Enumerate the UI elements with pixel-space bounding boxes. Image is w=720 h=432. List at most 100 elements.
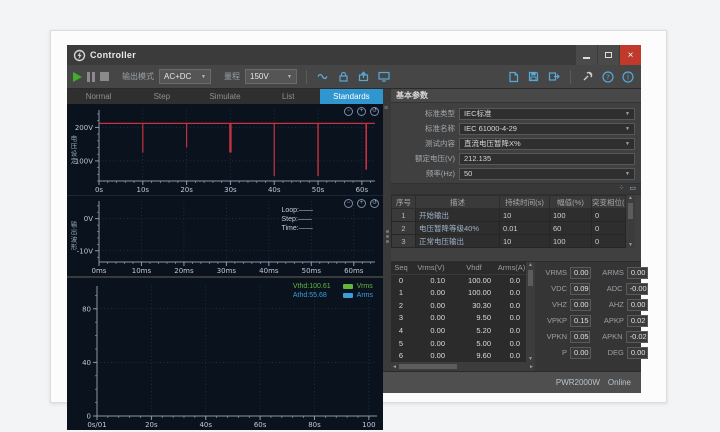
lock-icon[interactable] <box>336 70 351 83</box>
maximize-button[interactable] <box>597 45 619 65</box>
settings-icon[interactable] <box>580 70 595 83</box>
svg-text:40: 40 <box>82 359 91 367</box>
seq-table-row[interactable]: 20.0030.300.0 <box>391 299 526 312</box>
minimize-button[interactable] <box>575 45 597 65</box>
scroll-right-icon[interactable]: ► <box>529 364 534 370</box>
param-select[interactable]: IEC标准▼ <box>459 108 635 120</box>
param-row: 频率(Hz)50▼ <box>393 166 635 181</box>
zoom-in-icon[interactable]: + <box>357 199 366 208</box>
seq-table-cell: 0 <box>391 274 411 287</box>
main-content: NormalStepSimulateListStandards 电压设定 0s1… <box>67 89 641 371</box>
zoom-in-icon[interactable]: + <box>357 107 366 116</box>
seq-table-cell: 5.00 <box>451 337 497 350</box>
param-input[interactable]: 212.135 <box>459 153 635 165</box>
device-name: PWR2000W <box>556 378 600 387</box>
output-mode-select[interactable]: AC+DC▼ <box>159 69 211 84</box>
main-toolbar: 输出模式 AC+DC▼ 量程 150V▼ <box>67 65 641 89</box>
arms-legend-label: Arms <box>357 292 373 299</box>
param-label: 测试内容 <box>393 138 455 149</box>
voltage-setpoint-chart[interactable]: 电压设定 0s10s20s30s40s50s60s200V100V − + ↺ <box>67 104 383 196</box>
info-icon[interactable]: i <box>620 70 635 83</box>
reset-zoom-icon[interactable]: ↺ <box>370 199 379 208</box>
seq-table-cell: 4 <box>391 324 411 337</box>
param-select[interactable]: IEC 61000-4-29▼ <box>459 123 635 135</box>
steps-table-row[interactable]: 2电压暂降等级40%0.01600 <box>392 222 626 235</box>
scroll-up-icon[interactable]: ▲ <box>528 262 533 268</box>
scrollbar-thumb[interactable] <box>628 203 633 219</box>
seq-table-row[interactable]: 10.00100.000.0 <box>391 287 526 300</box>
output-waveform-chart[interactable]: 输出波形 0ms10ms20ms30ms40ms50ms60ms0V-10V L… <box>67 196 383 276</box>
param-value: 212.135 <box>464 154 491 163</box>
steps-table-scrollbar[interactable]: ▲ ▼ <box>626 195 635 248</box>
steps-table-row[interactable]: 3正常电压输出101000 <box>392 235 626 248</box>
param-row: 标准类型IEC标准▼ <box>393 106 635 121</box>
waveform-icon[interactable] <box>316 70 331 83</box>
pause-button[interactable] <box>87 72 95 82</box>
tab-list[interactable]: List <box>257 89 320 104</box>
svg-text:200V: 200V <box>75 124 93 132</box>
time-status: Time:—— <box>281 224 313 233</box>
seq-table-cell: 0.00 <box>411 299 451 312</box>
seq-table-row[interactable]: 60.009.600.0 <box>391 349 526 362</box>
range-select[interactable]: 150V▼ <box>245 69 297 84</box>
seq-table-row[interactable]: 30.009.500.0 <box>391 312 526 325</box>
stop-button[interactable] <box>100 72 109 81</box>
tab-simulate[interactable]: Simulate <box>193 89 256 104</box>
seq-table-cell: 5.20 <box>451 324 497 337</box>
zoom-out-icon[interactable]: − <box>344 107 353 116</box>
help-icon[interactable]: ? <box>600 70 615 83</box>
reset-zoom-icon[interactable]: ↺ <box>370 107 379 116</box>
seq-table-row[interactable]: 40.005.200.0 <box>391 324 526 337</box>
steps-table-cell: 0 <box>592 209 626 222</box>
upload-icon[interactable] <box>356 70 371 83</box>
panel-splitter[interactable]: ≡ <box>383 89 391 371</box>
seq-table-cell: 2 <box>391 299 411 312</box>
close-button[interactable]: × <box>619 45 641 65</box>
expand-icon[interactable]: ⁘ <box>619 185 625 193</box>
sequence-table-scrollbar[interactable]: ▲ ▼ <box>526 262 535 362</box>
waveform-chart-y-label: 输出波形 <box>67 221 77 251</box>
sequence-table-hscrollbar[interactable]: ◄ ► <box>391 362 535 371</box>
new-file-icon[interactable] <box>506 70 521 83</box>
seq-table-cell: 0.0 <box>497 287 526 300</box>
tab-normal[interactable]: Normal <box>67 89 130 104</box>
title-bar: Controller × <box>67 45 641 65</box>
seq-table-row[interactable]: 50.005.000.0 <box>391 337 526 350</box>
scroll-left-icon[interactable]: ◄ <box>392 364 397 370</box>
scrollbar-thumb[interactable] <box>528 270 533 286</box>
scrollbar-thumb[interactable] <box>399 364 457 369</box>
pwr-logo-icon <box>73 49 86 62</box>
seq-table-cell: 0.0 <box>497 312 526 325</box>
display-icon[interactable] <box>376 70 391 83</box>
export-icon[interactable] <box>546 70 561 83</box>
param-select[interactable]: 50▼ <box>459 168 635 180</box>
tab-step[interactable]: Step <box>130 89 193 104</box>
scroll-up-icon[interactable]: ▲ <box>628 195 633 201</box>
seq-col-header: Seq <box>391 262 411 274</box>
seq-table-cell: 5 <box>391 337 411 350</box>
svg-text:40s: 40s <box>268 186 281 194</box>
trend-chart-legend: Vthd:100.61 Vrms Athd:55.68 Arms <box>293 283 373 299</box>
voltage-chart-y-label: 电压设定 <box>67 135 77 165</box>
steps-table-row[interactable]: 1开始输出101000 <box>392 209 626 222</box>
param-select[interactable]: 直流电压暂降X%▼ <box>459 138 635 150</box>
step-status: Step:—— <box>281 215 313 224</box>
measurement-value: 0.05 <box>570 331 590 343</box>
param-value: IEC 61000-4-29 <box>464 124 517 133</box>
tab-strip: NormalStepSimulateListStandards <box>67 89 383 104</box>
range-value: 150V <box>250 72 269 81</box>
steps-col-header: 幅值(%) <box>550 196 592 209</box>
seq-table-row[interactable]: 00.10100.000.0 <box>391 274 526 287</box>
run-button[interactable] <box>73 72 82 82</box>
steps-table-cell: 电压暂降等级40% <box>416 222 500 235</box>
chevron-down-icon: ▼ <box>625 171 630 177</box>
collapse-icon[interactable]: ▭ <box>629 185 636 193</box>
measurement-label: ARMS <box>594 268 624 277</box>
save-icon[interactable] <box>526 70 541 83</box>
svg-text:40s: 40s <box>199 421 212 429</box>
zoom-out-icon[interactable]: − <box>344 199 353 208</box>
output-mode-label: 输出模式 <box>122 71 154 82</box>
tab-standards[interactable]: Standards <box>320 89 383 104</box>
trend-chart[interactable]: 0s/0120s40s60s80s10080400 Vthd:100.61 Vr… <box>67 276 383 430</box>
svg-text:0s/01: 0s/01 <box>87 421 106 429</box>
